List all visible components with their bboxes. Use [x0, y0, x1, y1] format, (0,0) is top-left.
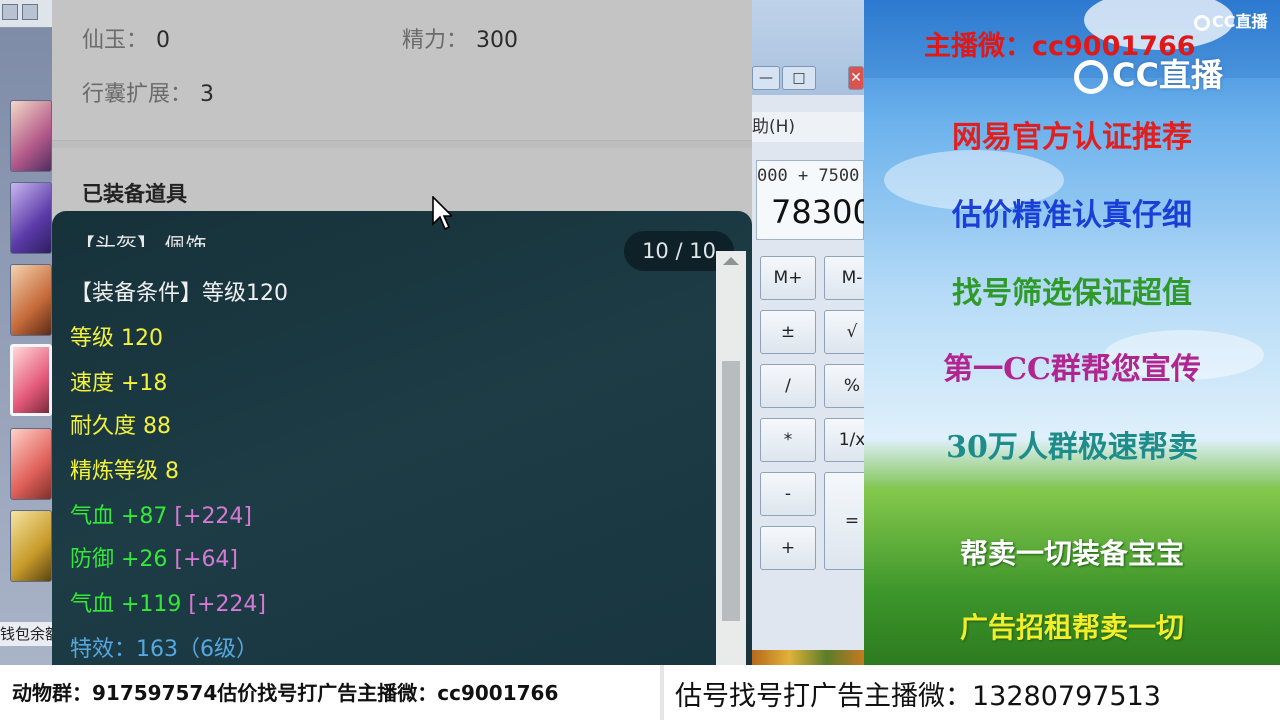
calculator-result: 78300: [771, 193, 864, 231]
bag-expand-value: 3: [200, 82, 215, 107]
banner-group-info: 动物群：917597574估价找号打广告主播微：cc9001766: [12, 681, 559, 705]
ad-line-2: 估价精准认真仔细: [952, 198, 1192, 233]
ad-line-3: 找号筛选保证超值: [952, 276, 1192, 311]
sidebar-tabbar: [0, 0, 52, 28]
character-avatar-selected[interactable]: [10, 344, 52, 416]
tooltip-scroll-thumb[interactable]: [722, 361, 740, 621]
jingli-stat: 精力： 300: [402, 22, 518, 54]
bottom-banner: 动物群：917597574估价找号打广告主播微：cc9001766 估号找号打广…: [0, 665, 1280, 720]
calculator-window: — □ ✕ 助(H) 000 + 7500 78300 M+ M- ± √ / …: [752, 0, 864, 665]
sidebar-bottom-label: 钱包余额: [0, 622, 52, 646]
scroll-up-arrow-icon[interactable]: [723, 257, 739, 265]
cc-logo-icon: [1074, 60, 1108, 94]
calc-sqrt-button[interactable]: √: [824, 310, 864, 354]
hp-refine-bonus-2: [+224]: [188, 592, 267, 617]
equip-condition-line: 【装备条件】等级120: [70, 281, 288, 306]
ad-line-4: 第一CC群帮您宣传: [943, 352, 1201, 387]
ad-line-6: 帮卖一切装备宝宝: [959, 537, 1184, 570]
character-avatar-1[interactable]: [10, 100, 52, 172]
banner-divider: [660, 665, 664, 720]
cc-live-logo-small: CC直播: [1194, 8, 1268, 32]
calc-negate-button[interactable]: ±: [760, 310, 816, 354]
hp-refine-bonus-1: [+224]: [174, 504, 253, 529]
defense-refine-bonus: [+64]: [174, 547, 239, 572]
jingli-label: 精力：: [402, 28, 469, 53]
calculator-expression: 000 + 7500: [757, 166, 860, 186]
bag-expand-stat: 行囊扩展： 3: [82, 76, 214, 108]
maximize-icon[interactable]: □: [782, 66, 816, 90]
cc-logo-icon: [1194, 14, 1210, 31]
calc-mminus-button[interactable]: M-: [824, 256, 864, 300]
defense-refine-line: 防御 +26 [+64]: [70, 541, 238, 573]
stream-ad-panel: CC直播 主播微：cc9001766 CC直播 网易官方认证推荐 估价精准认真仔…: [864, 0, 1280, 665]
calc-reciprocal-button[interactable]: 1/x: [824, 418, 864, 462]
close-icon[interactable]: ✕: [848, 66, 864, 90]
ad-line-7: 广告招租帮卖一切: [959, 611, 1184, 644]
sidebar-avatar-chip[interactable]: [22, 4, 38, 20]
calculator-display: 000 + 7500 78300: [756, 160, 864, 240]
calc-divide-button[interactable]: /: [760, 364, 816, 408]
xianyu-stat: 仙玉： 0: [82, 22, 170, 54]
cc-logo-small-text: CC直播: [1212, 12, 1268, 31]
tooltip-item-name: 【头盔】 佩饰: [74, 234, 207, 247]
calc-mplus-button[interactable]: M+: [760, 256, 816, 300]
game-character-sidebar: 钱包余额: [0, 0, 52, 665]
character-avatar-6[interactable]: [10, 510, 52, 582]
cc-logo-large-text: CC直播: [1112, 56, 1223, 94]
hp-refine-value-2: 气血 +119: [70, 592, 182, 617]
character-avatar-3[interactable]: [10, 264, 52, 336]
calc-plus-button[interactable]: +: [760, 526, 816, 570]
banner-contact: 估号找号打广告主播微：13280797513: [675, 681, 1161, 712]
hp-refine-line-2: 气血 +119 [+224]: [70, 586, 266, 618]
calc-percent-button[interactable]: %: [824, 364, 864, 408]
refine-level-line: 精炼等级 8: [70, 459, 179, 484]
calc-equals-button[interactable]: =: [824, 472, 864, 570]
character-avatar-5[interactable]: [10, 428, 52, 500]
item-tooltip: 【头盔】 佩饰 10 / 10 【装备条件】等级120 等级 120 速度 +1…: [52, 211, 752, 665]
calculator-help-menu[interactable]: 助(H): [752, 112, 864, 142]
sidebar-menu-chip[interactable]: [2, 4, 18, 20]
equipped-items-title: 已装备道具: [82, 182, 187, 206]
level-line: 等级 120: [70, 326, 163, 351]
calc-minus-button[interactable]: -: [760, 472, 816, 516]
calc-multiply-button[interactable]: *: [760, 418, 816, 462]
section-divider: [52, 140, 752, 148]
calculator-titlebar: — □ ✕: [752, 0, 864, 95]
character-avatar-2[interactable]: [10, 182, 52, 254]
special-effect-line: 特效：163（6级）: [70, 637, 258, 662]
xianyu-label: 仙玉：: [82, 28, 149, 53]
mouse-cursor-icon: [432, 196, 452, 231]
speed-line: 速度 +18: [70, 371, 168, 396]
cc-live-logo-large: CC直播: [1074, 50, 1223, 96]
jingli-value: 300: [476, 28, 519, 53]
background-game-strip: [752, 650, 864, 665]
bag-expand-label: 行囊扩展：: [82, 82, 193, 107]
hp-refine-line-1: 气血 +87 [+224]: [70, 498, 252, 530]
hp-refine-value-1: 气血 +87: [70, 504, 168, 529]
defense-refine-value: 防御 +26: [70, 547, 168, 572]
xianyu-value: 0: [156, 28, 171, 53]
ad-line-5: 30万人群极速帮卖: [946, 430, 1198, 465]
durability-line: 耐久度 88: [70, 414, 171, 439]
minimize-icon[interactable]: —: [752, 66, 780, 90]
ad-line-1: 网易官方认证推荐: [952, 120, 1192, 155]
